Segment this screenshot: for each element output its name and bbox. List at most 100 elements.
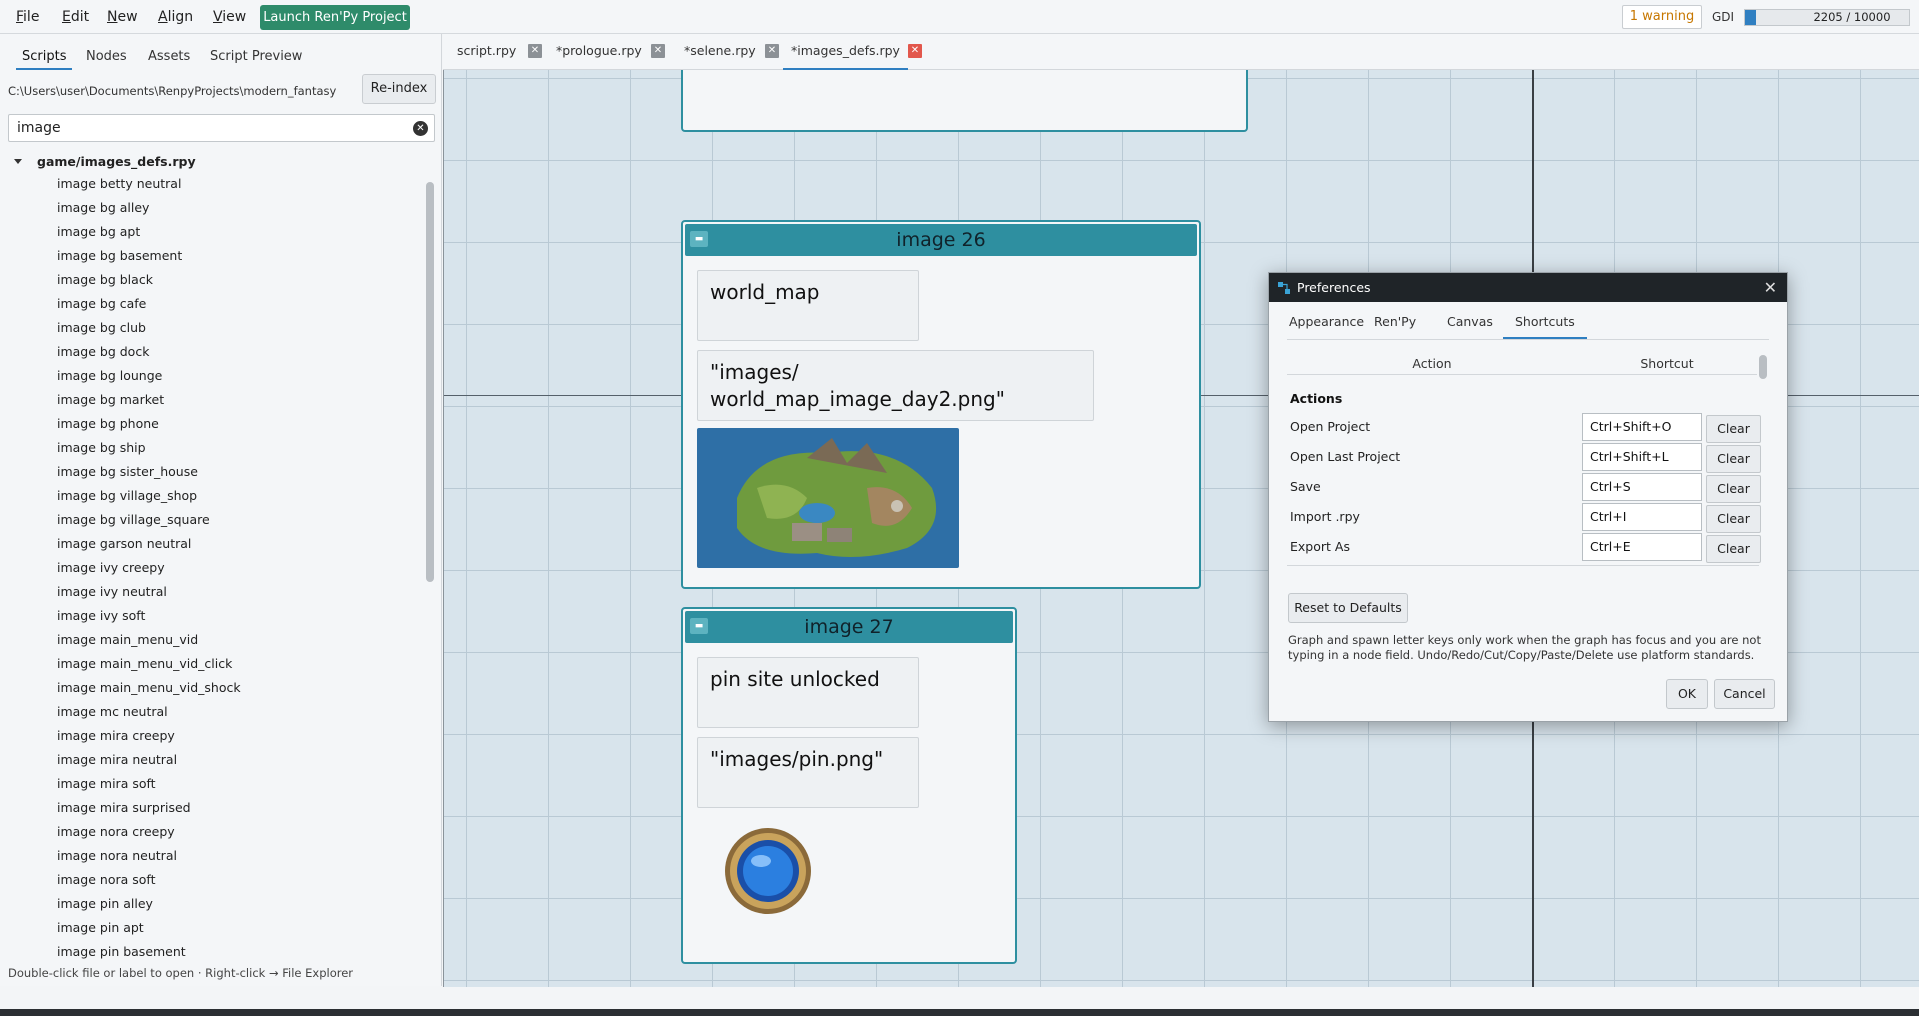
caret-down-icon[interactable] xyxy=(14,159,22,164)
gdi-progress-fill xyxy=(1745,10,1756,25)
tab-nodes[interactable]: Nodes xyxy=(80,44,133,70)
tree-item[interactable]: image mira soft xyxy=(57,772,241,796)
tree-item[interactable]: image ivy neutral xyxy=(57,580,241,604)
tabs-divider xyxy=(1287,339,1769,340)
shortcut-row: Import .rpy Ctrl+I Clear xyxy=(1290,503,1761,533)
tree-item[interactable]: image main_menu_vid xyxy=(57,628,241,652)
tree-item[interactable]: image bg phone xyxy=(57,412,241,436)
shortcut-input[interactable]: Ctrl+S xyxy=(1582,473,1702,501)
cancel-button[interactable]: Cancel xyxy=(1714,679,1775,709)
tab-close-icon[interactable]: ✕ xyxy=(528,44,542,58)
tree-item[interactable]: image mira neutral xyxy=(57,748,241,772)
left-scrollbar[interactable] xyxy=(426,182,434,582)
image-path-field[interactable]: "images/pin.png" xyxy=(697,737,919,808)
tree-item[interactable]: image nora soft xyxy=(57,868,241,892)
menu-new[interactable]: New xyxy=(107,0,138,34)
tree-item[interactable]: image bg ship xyxy=(57,436,241,460)
tree-item[interactable]: image mc neutral xyxy=(57,700,241,724)
tree-item[interactable]: image bg village_shop xyxy=(57,484,241,508)
file-tab-active[interactable]: *images_defs.rpy xyxy=(783,34,908,70)
tab-close-icon[interactable]: ✕ xyxy=(651,44,665,58)
tab-scripts[interactable]: Scripts xyxy=(16,44,73,70)
tree-item[interactable]: image bg apt xyxy=(57,220,241,244)
clear-button[interactable]: Clear xyxy=(1706,475,1761,503)
clear-button[interactable]: Clear xyxy=(1706,415,1761,443)
reset-defaults-button[interactable]: Reset to Defaults xyxy=(1288,593,1408,623)
tree-item[interactable]: image bg basement xyxy=(57,244,241,268)
tree-item[interactable]: image bg cafe xyxy=(57,292,241,316)
tree-item[interactable]: image ivy soft xyxy=(57,604,241,628)
menu-align[interactable]: Align xyxy=(158,0,193,34)
tree-item[interactable]: image bg market xyxy=(57,388,241,412)
file-tab[interactable]: script.rpy xyxy=(457,34,516,70)
shortcut-input[interactable]: Ctrl+E xyxy=(1582,533,1702,561)
tab-canvas[interactable]: Canvas xyxy=(1437,307,1503,339)
dialog-titlebar[interactable]: Preferences ✕ xyxy=(1269,273,1787,302)
image-path-field[interactable]: "images/ world_map_image_day2.png" xyxy=(697,350,1094,421)
image-name-field[interactable]: world_map xyxy=(697,270,919,341)
node-header[interactable]: ▬ image 27 xyxy=(685,611,1013,643)
tree-item[interactable]: image ivy creepy xyxy=(57,556,241,580)
tree-item[interactable]: image mira creepy xyxy=(57,724,241,748)
file-tabbar: script.rpy ✕ *prologue.rpy ✕ *selene.rpy… xyxy=(443,34,1919,70)
tree-item[interactable]: image bg club xyxy=(57,316,241,340)
launch-renpy-button[interactable]: Launch Ren'Py Project xyxy=(260,5,410,30)
shortcut-input[interactable]: Ctrl+Shift+O xyxy=(1582,413,1702,441)
gdi-value: 2205 / 10000 xyxy=(1813,10,1891,24)
menu-edit[interactable]: Edit xyxy=(62,0,89,34)
tree-item[interactable]: image betty neutral xyxy=(57,172,241,196)
tree-item[interactable]: image bg alley xyxy=(57,196,241,220)
close-icon[interactable]: ✕ xyxy=(1764,273,1777,302)
reindex-button[interactable]: Re-index xyxy=(362,74,436,104)
file-tree: game/images_defs.rpy image betty neutral… xyxy=(0,148,424,970)
tree-item[interactable]: image pin alley xyxy=(57,892,241,916)
tree-item[interactable]: image bg lounge xyxy=(57,364,241,388)
tree-item[interactable]: image main_menu_vid_shock xyxy=(57,676,241,700)
tree-item[interactable]: image pin basement xyxy=(57,940,241,964)
graph-node[interactable] xyxy=(681,70,1248,132)
image-node[interactable]: ▬ image 27 pin site unlocked "images/pin… xyxy=(681,607,1017,964)
clear-button[interactable]: Clear xyxy=(1706,505,1761,533)
tree-item[interactable]: image garson neutral xyxy=(57,532,241,556)
tree-item[interactable]: image bg dock xyxy=(57,340,241,364)
project-path: C:\Users\user\Documents\RenpyProjects\mo… xyxy=(8,84,337,98)
tab-shortcuts[interactable]: Shortcuts xyxy=(1503,307,1587,339)
tree-item[interactable]: image main_menu_vid_click xyxy=(57,652,241,676)
tab-renpy[interactable]: Ren'Py xyxy=(1364,307,1426,339)
ok-button[interactable]: OK xyxy=(1666,679,1708,709)
world-map-thumbnail xyxy=(697,428,959,568)
image-name-field[interactable]: pin site unlocked xyxy=(697,657,919,728)
tree-item[interactable]: image nora neutral xyxy=(57,844,241,868)
left-panel: Scripts Nodes Assets Script Preview C:\U… xyxy=(0,34,442,986)
shortcuts-scrollbar[interactable] xyxy=(1759,355,1767,379)
warning-badge[interactable]: 1 warning xyxy=(1622,5,1702,29)
file-tab[interactable]: *prologue.rpy xyxy=(556,34,642,70)
tree-item[interactable]: image mira surprised xyxy=(57,796,241,820)
search-input[interactable]: image ✕ xyxy=(8,114,435,142)
clear-button[interactable]: Clear xyxy=(1706,445,1761,473)
pin-thumbnail xyxy=(723,826,813,919)
shortcut-action-label: Open Last Project xyxy=(1290,449,1401,464)
shortcut-input[interactable]: Ctrl+I xyxy=(1582,503,1702,531)
tab-script-preview[interactable]: Script Preview xyxy=(204,44,308,70)
menu-view[interactable]: View xyxy=(213,0,246,34)
tree-item[interactable]: image bg black xyxy=(57,268,241,292)
file-tab[interactable]: *selene.rpy xyxy=(684,34,756,70)
tab-close-icon[interactable]: ✕ xyxy=(765,44,779,58)
gdi-progress-bar: 2205 / 10000 xyxy=(1744,9,1910,26)
image-node[interactable]: ▬ image 26 world_map "images/ world_map_… xyxy=(681,220,1201,589)
tree-item[interactable]: image nora creepy xyxy=(57,820,241,844)
clear-search-icon[interactable]: ✕ xyxy=(413,121,428,136)
shortcut-row: Open Project Ctrl+Shift+O Clear xyxy=(1290,413,1761,443)
node-header[interactable]: ▬ image 26 xyxy=(685,224,1197,256)
tab-appearance[interactable]: Appearance xyxy=(1279,307,1374,339)
tree-item[interactable]: image bg village_square xyxy=(57,508,241,532)
tree-item[interactable]: image bg sister_house xyxy=(57,460,241,484)
shortcut-input[interactable]: Ctrl+Shift+L xyxy=(1582,443,1702,471)
tab-assets[interactable]: Assets xyxy=(142,44,196,70)
shortcut-action-label: Save xyxy=(1290,479,1321,494)
tab-close-icon[interactable]: ✕ xyxy=(908,44,922,58)
tree-item[interactable]: image pin apt xyxy=(57,916,241,940)
menu-file[interactable]: File xyxy=(16,0,39,34)
clear-button[interactable]: Clear xyxy=(1706,535,1761,563)
